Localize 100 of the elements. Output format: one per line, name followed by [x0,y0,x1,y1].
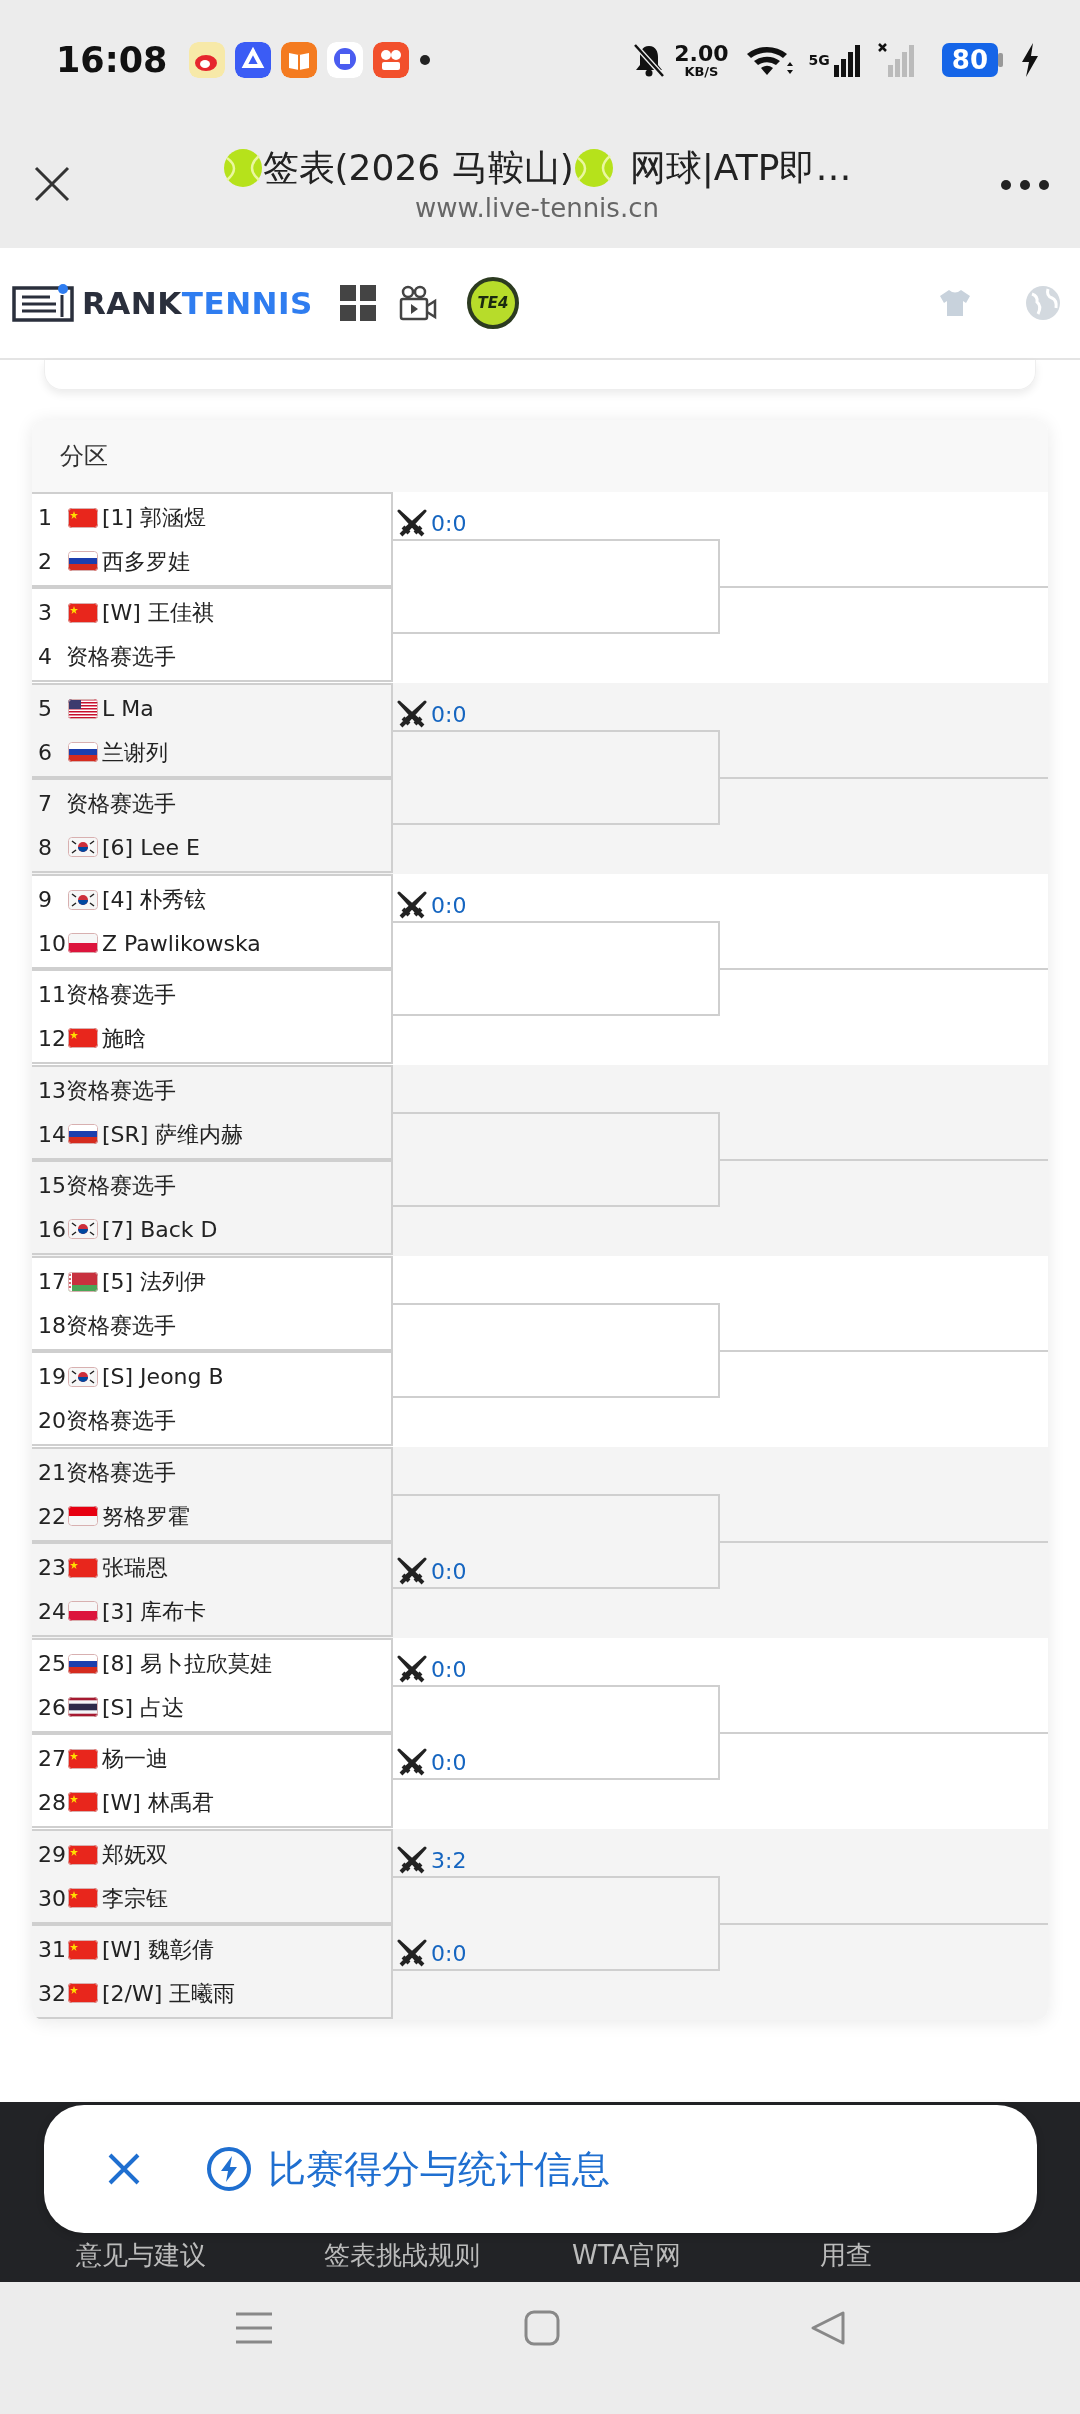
draw-position: 23 [38,1554,67,1583]
match-score[interactable]: 0:0 [397,1557,718,1587]
player-name[interactable]: 资格赛选手 [66,978,176,1012]
draw-position: 18 [38,1311,67,1340]
flag-icon [68,1506,98,1527]
app-icon [281,42,318,78]
match-score[interactable]: 0:0 [397,1655,467,1685]
player-name[interactable]: 施晗 [102,1021,146,1055]
flag-icon [68,1028,98,1049]
player-name[interactable]: 资格赛选手 [66,1403,176,1437]
draw-position: 16 [38,1215,67,1244]
player-name[interactable]: Z Pawlikowska [102,926,261,960]
match-score[interactable]: 3:2 [397,1846,467,1876]
player-name[interactable]: [W] 林禹君 [102,1785,214,1819]
draw-position: 1 [38,504,53,533]
player-name[interactable]: 资格赛选手 [66,787,176,821]
match-score[interactable]: 0:0 [397,1939,718,1969]
logo-text[interactable]: RANKTENNIS [82,279,313,327]
footer-link[interactable]: 用查 [820,2240,1068,2272]
player-name[interactable]: [7] Back D [102,1212,218,1246]
player-name[interactable]: [1] 郭涵煜 [102,501,207,535]
flag-icon [68,1601,98,1622]
flag-icon [68,1939,98,1960]
flag-icon [68,1983,98,2004]
player-name[interactable]: [3] 库布卡 [102,1594,207,1628]
flag-icon [68,933,98,954]
footer-link[interactable]: WTA官网 [572,2240,820,2272]
player-name[interactable]: 资格赛选手 [66,639,176,673]
app-icon [373,42,410,78]
crossed-swords-icon [397,1846,427,1876]
match-score[interactable]: 0:0 [397,1748,718,1778]
page-title: 签表(2026 马鞍山) [262,145,574,190]
draw-position: 26 [38,1693,67,1722]
page-title: 网球|ATP即… [629,145,852,190]
te4-badge[interactable]: TE4 [466,277,519,329]
status-time: 16:08 [56,38,168,82]
draw-position: 12 [38,1024,67,1053]
draw-position: 2 [38,547,53,576]
player-name[interactable]: 张瑞恩 [102,1551,168,1585]
player-name[interactable]: 郑妩双 [102,1838,168,1872]
menu-icon[interactable] [234,2310,274,2346]
crossed-swords-icon [397,891,427,921]
player-name[interactable]: 西多罗娃 [102,544,190,578]
flag-icon [68,1792,98,1813]
page-url: www.live-tennis.cn [415,192,659,226]
draw-position: 17 [38,1268,67,1297]
draw-position: 22 [38,1502,67,1531]
draw-position: 11 [38,981,67,1010]
player-name[interactable]: 兰谢列 [102,735,168,769]
tennis-ball-icon [222,147,263,188]
player-name[interactable]: [8] 易卜拉欣莫娃 [102,1647,273,1681]
draw-position: 5 [38,695,53,724]
player-name[interactable]: 资格赛选手 [66,1074,176,1108]
player-name[interactable]: [4] 朴秀铉 [102,883,207,917]
player-name[interactable]: 资格赛选手 [66,1308,176,1342]
player-name[interactable]: [6] Lee E [102,830,200,864]
back-icon[interactable] [810,2310,846,2346]
draw-position: 28 [38,1788,67,1817]
flag-icon [68,1697,98,1718]
draw-position: 8 [38,833,53,862]
player-name[interactable]: [S] Jeong B [102,1360,224,1394]
player-name[interactable]: L Ma [102,692,154,726]
player-name[interactable]: [W] 魏彰倩 [102,1933,214,1967]
charging-icon [1020,43,1040,77]
notification-dot-icon [419,54,432,66]
player-name[interactable]: [2/W] 王曦雨 [102,1976,236,2010]
logo-icon [12,283,74,323]
draw-position: 20 [38,1406,67,1435]
player-name[interactable]: 资格赛选手 [66,1169,176,1203]
match-score[interactable]: 0:0 [397,700,467,730]
draw-position: 31 [38,1936,67,1965]
video-camera-icon[interactable] [398,284,437,322]
player-name[interactable]: 杨一迪 [102,1742,168,1776]
signal-icon [833,43,862,77]
draw-position: 7 [38,790,53,819]
player-name[interactable]: [SR] 萨维内赫 [102,1117,244,1151]
tennis-ball-icon [573,147,614,188]
crossed-swords-icon [397,700,427,730]
player-name[interactable]: 努格罗霍 [102,1499,190,1533]
match-score[interactable]: 0:0 [397,891,467,921]
match-score[interactable]: 0:0 [397,509,467,539]
flag-icon [68,698,98,719]
flag-icon [68,551,98,572]
draw-position: 10 [38,929,67,958]
popup-link[interactable]: 比赛得分与统计信息 [268,2140,610,2198]
battery-level: 80 [941,43,998,77]
flag-icon [68,1888,98,1909]
player-name[interactable]: 资格赛选手 [66,1456,176,1490]
footer-link[interactable]: 意见与建议 [76,2240,324,2272]
network-type: 5G [808,53,830,67]
player-name[interactable]: [5] 法列伊 [102,1265,207,1299]
footer-link[interactable]: 签表挑战规则 [324,2240,572,2272]
grid-icon[interactable] [338,284,377,322]
flag-icon [68,507,98,528]
app-icon [189,42,226,78]
home-icon[interactable] [524,2310,560,2346]
player-name[interactable]: [W] 王佳祺 [102,596,214,630]
draw-position: 13 [38,1077,67,1106]
player-name[interactable]: [S] 占达 [102,1690,185,1724]
player-name[interactable]: 李宗钰 [102,1881,168,1915]
